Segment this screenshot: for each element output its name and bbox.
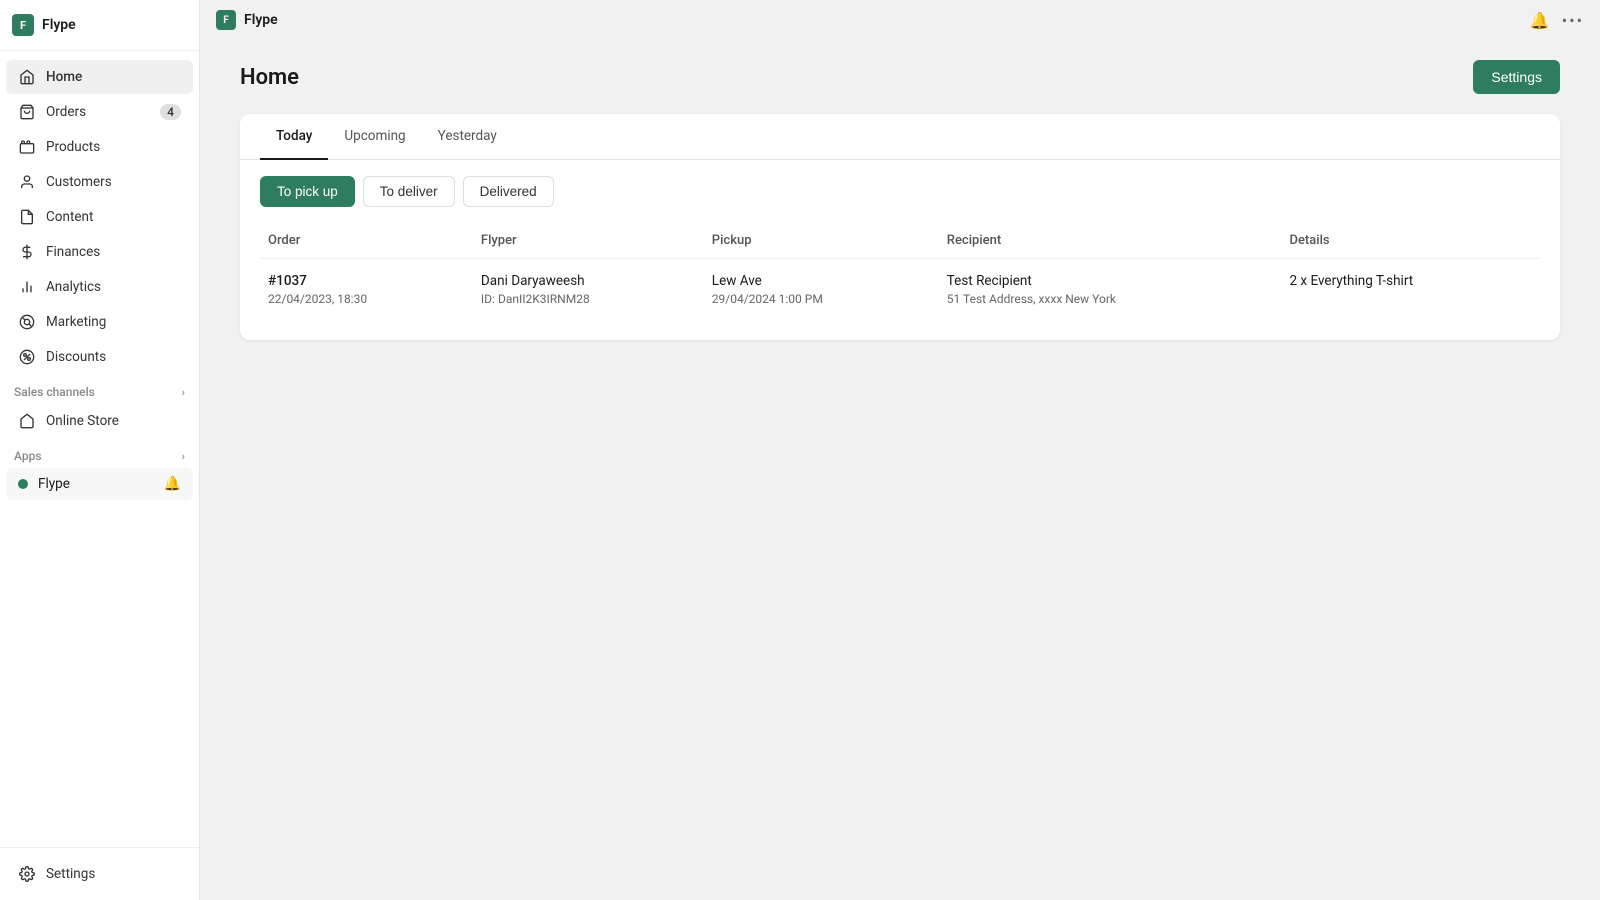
sidebar-item-discounts-label: Discounts: [46, 349, 106, 365]
sidebar-item-settings[interactable]: Settings: [6, 857, 193, 891]
page-header: Home Settings: [240, 60, 1560, 94]
content-area: Home Settings Today Upcoming Yesterday T…: [200, 40, 1600, 360]
sidebar-item-products-label: Products: [46, 139, 100, 155]
orders-table: Order Flyper Pickup Recipient Details #1…: [260, 223, 1540, 320]
topbar-left: F Flype: [216, 10, 278, 30]
sidebar-item-finances-label: Finances: [46, 244, 100, 260]
order-details: 2 x Everything T-shirt: [1289, 273, 1532, 289]
pickup-location: Lew Ave: [712, 273, 931, 289]
cell-flyper: Dani Daryaweesh ID: DanII2K3IRNM28: [473, 259, 704, 321]
table-body: #1037 22/04/2023, 18:30 Dani Daryaweesh …: [260, 259, 1540, 321]
sales-channels-section: Sales channels ›: [0, 375, 199, 403]
sidebar-item-content-label: Content: [46, 209, 93, 225]
content-icon: [18, 208, 36, 226]
topbar-app-name: Flype: [244, 12, 278, 28]
cell-pickup: Lew Ave 29/04/2024 1:00 PM: [704, 259, 939, 321]
col-pickup: Pickup: [704, 223, 939, 259]
sidebar-item-discounts[interactable]: Discounts: [6, 340, 193, 374]
products-icon: [18, 138, 36, 156]
flyper-name: Dani Daryaweesh: [481, 273, 696, 289]
apps-section: Apps ›: [0, 439, 199, 467]
sales-channels-chevron[interactable]: ›: [182, 386, 185, 399]
orders-table-wrap: Order Flyper Pickup Recipient Details #1…: [240, 223, 1560, 340]
topbar-logo-icon: F: [216, 10, 236, 30]
sidebar-item-customers[interactable]: Customers: [6, 165, 193, 199]
apps-chevron[interactable]: ›: [182, 450, 185, 463]
table-header: Order Flyper Pickup Recipient Details: [260, 223, 1540, 259]
flyper-id: ID: DanII2K3IRNM28: [481, 292, 696, 306]
pickup-date: 29/04/2024 1:00 PM: [712, 292, 931, 306]
flype-bell-icon[interactable]: 🔔: [164, 476, 181, 492]
recipient-name: Test Recipient: [947, 273, 1274, 289]
sidebar-item-content[interactable]: Content: [6, 200, 193, 234]
sidebar: F Flype Home Orders 4 Products: [0, 0, 200, 900]
sidebar-item-settings-label: Settings: [46, 866, 95, 882]
flype-dot-icon: [18, 479, 28, 489]
tab-today[interactable]: Today: [260, 114, 328, 160]
tab-upcoming[interactable]: Upcoming: [328, 114, 421, 160]
col-recipient: Recipient: [939, 223, 1282, 259]
notification-icon[interactable]: 🔔: [1530, 11, 1550, 30]
orders-badge: 4: [160, 104, 181, 120]
sidebar-item-home[interactable]: Home: [6, 60, 193, 94]
marketing-icon: [18, 313, 36, 331]
main-card: Today Upcoming Yesterday To pick up To d…: [240, 114, 1560, 340]
sidebar-item-finances[interactable]: Finances: [6, 235, 193, 269]
main-content: F Flype 🔔 ••• Home Settings Today Upcomi…: [200, 0, 1600, 900]
filter-deliver[interactable]: To deliver: [363, 176, 455, 207]
recipient-address: 51 Test Address, xxxx New York: [947, 292, 1274, 306]
col-details: Details: [1281, 223, 1540, 259]
customers-icon: [18, 173, 36, 191]
order-id: #1037: [268, 273, 465, 289]
sidebar-nav: Home Orders 4 Products Customers C: [0, 51, 199, 847]
cell-recipient: Test Recipient 51 Test Address, xxxx New…: [939, 259, 1282, 321]
topbar: F Flype 🔔 •••: [200, 0, 1600, 40]
sidebar-item-orders[interactable]: Orders 4: [6, 95, 193, 129]
sidebar-item-online-store-label: Online Store: [46, 413, 119, 429]
sidebar-item-online-store[interactable]: Online Store: [6, 404, 193, 438]
tabs-row: Today Upcoming Yesterday: [240, 114, 1560, 160]
sidebar-item-analytics-label: Analytics: [46, 279, 101, 295]
tab-yesterday[interactable]: Yesterday: [422, 114, 513, 160]
sidebar-logo-icon: F: [12, 14, 34, 36]
analytics-icon: [18, 278, 36, 296]
sidebar-app-name: Flype: [42, 17, 76, 33]
orders-icon: [18, 103, 36, 121]
page-title: Home: [240, 65, 299, 90]
cell-details: 2 x Everything T-shirt: [1281, 259, 1540, 321]
order-date: 22/04/2023, 18:30: [268, 292, 465, 306]
sidebar-item-marketing-label: Marketing: [46, 314, 106, 330]
topbar-right: 🔔 •••: [1530, 11, 1584, 30]
sidebar-flype-label: Flype: [38, 476, 70, 492]
col-flyper: Flyper: [473, 223, 704, 259]
sidebar-item-home-label: Home: [46, 69, 82, 85]
filter-delivered[interactable]: Delivered: [463, 176, 554, 207]
sidebar-item-flype[interactable]: Flype 🔔: [6, 468, 193, 500]
sidebar-item-analytics[interactable]: Analytics: [6, 270, 193, 304]
col-order: Order: [260, 223, 473, 259]
filter-row: To pick up To deliver Delivered: [240, 160, 1560, 223]
sidebar-header: F Flype: [0, 0, 199, 51]
home-icon: [18, 68, 36, 86]
online-store-icon: [18, 412, 36, 430]
more-menu-icon[interactable]: •••: [1562, 11, 1584, 30]
table-row[interactable]: #1037 22/04/2023, 18:30 Dani Daryaweesh …: [260, 259, 1540, 321]
sidebar-bottom: Settings: [0, 847, 199, 900]
sidebar-item-customers-label: Customers: [46, 174, 112, 190]
cell-order: #1037 22/04/2023, 18:30: [260, 259, 473, 321]
sidebar-item-orders-label: Orders: [46, 104, 86, 120]
finances-icon: [18, 243, 36, 261]
settings-button[interactable]: Settings: [1473, 60, 1560, 94]
settings-gear-icon: [18, 865, 36, 883]
sidebar-item-products[interactable]: Products: [6, 130, 193, 164]
discounts-icon: [18, 348, 36, 366]
filter-pickup[interactable]: To pick up: [260, 176, 355, 207]
sidebar-item-marketing[interactable]: Marketing: [6, 305, 193, 339]
